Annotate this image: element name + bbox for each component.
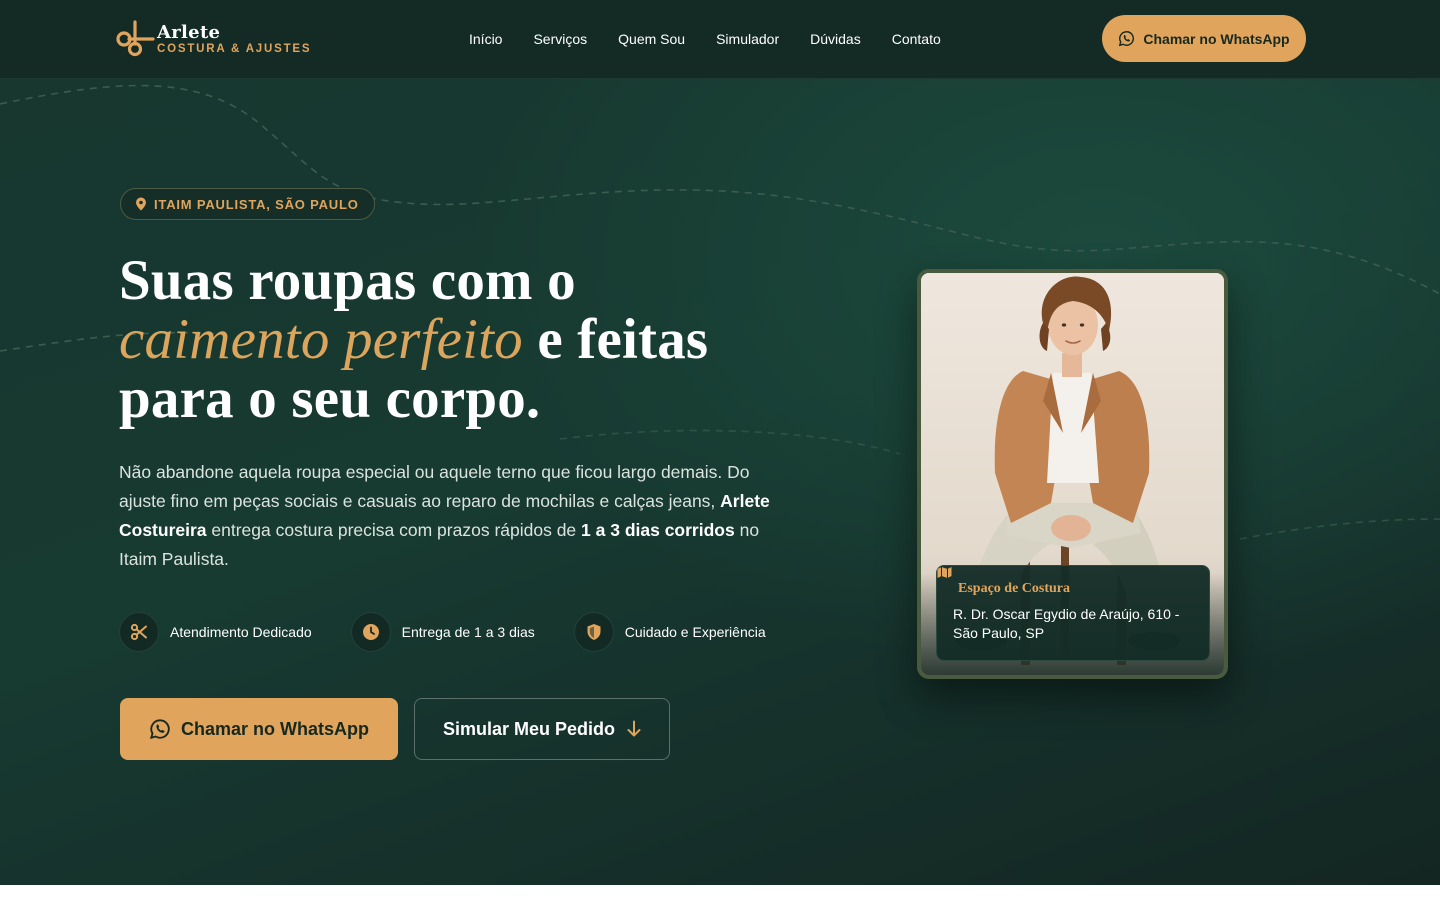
feature-label: Cuidado e Experiência xyxy=(624,624,766,640)
lead-text-2: entrega costura precisa com prazos rápid… xyxy=(206,520,582,540)
nav-item-inicio[interactable]: Início xyxy=(469,30,502,48)
feature-label: Atendimento Dedicado xyxy=(170,624,312,640)
feature-item: Cuidado e Experiência xyxy=(573,612,766,652)
nav-item-servicos[interactable]: Serviços xyxy=(533,30,587,48)
lead-text-1: Não abandone aquela roupa especial ou aq… xyxy=(119,462,750,511)
nav-item-simulador[interactable]: Simulador xyxy=(716,30,779,48)
whatsapp-icon xyxy=(149,718,171,740)
clock-icon xyxy=(350,612,391,652)
address-text: R. Dr. Oscar Egydio de Araújo, 610 - São… xyxy=(953,606,1180,641)
simulate-order-label: Simular Meu Pedido xyxy=(442,718,616,739)
simulate-order-button[interactable]: Simular Meu Pedido xyxy=(414,698,670,760)
hero-description: Não abandone aquela roupa especial ou aq… xyxy=(119,458,791,574)
location-text: ITAIM PAULISTA, SÃO PAULO xyxy=(154,196,359,212)
lead-bold-deadline: 1 a 3 dias corridos xyxy=(581,520,735,540)
hero-section: ITAIM PAULISTA, SÃO PAULO Suas roupas co… xyxy=(0,79,1440,885)
nav-whatsapp-label: Chamar no WhatsApp xyxy=(1143,30,1290,47)
feature-item: Entrega de 1 a 3 dias xyxy=(350,612,535,652)
headline-line-2: e feitas xyxy=(522,308,709,371)
feature-list: Atendimento Dedicado Entrega de 1 a 3 di… xyxy=(119,612,805,652)
feature-label: Entrega de 1 a 3 dias xyxy=(401,624,535,640)
headline-accent: caimento perfeito xyxy=(119,308,523,371)
hero-whatsapp-label: Chamar no WhatsApp xyxy=(180,718,369,739)
shield-icon xyxy=(573,612,614,652)
whatsapp-icon xyxy=(1118,30,1135,47)
address-card: Espaço de Costura R. Dr. Oscar Egydio de… xyxy=(936,565,1210,661)
arrow-down-icon xyxy=(627,720,641,738)
section-divider xyxy=(0,885,1440,900)
nav-whatsapp-button[interactable]: Chamar no WhatsApp xyxy=(1102,15,1306,62)
brand-logo[interactable]: Arlete COSTURA & AJUSTES xyxy=(115,20,311,58)
main-menu: Início Serviços Quem Sou Simulador Dúvid… xyxy=(469,30,941,48)
headline-line-1: Suas roupas com o xyxy=(119,249,576,312)
scissors-logo-icon xyxy=(115,20,155,58)
brand-tagline: COSTURA & AJUSTES xyxy=(157,42,312,55)
address-title: Espaço de Costura xyxy=(958,581,1071,596)
portrait-card: Espaço de Costura R. Dr. Oscar Egydio de… xyxy=(917,269,1228,679)
hero-headline: Suas roupas com o caimento perfeito e fe… xyxy=(119,251,839,428)
nav-item-quem-sou[interactable]: Quem Sou xyxy=(618,30,685,48)
nav-item-contato[interactable]: Contato xyxy=(892,30,941,48)
feature-item: Atendimento Dedicado xyxy=(119,612,312,652)
brand-name: Arlete xyxy=(157,21,221,43)
headline-line-3: para o seu corpo. xyxy=(119,367,541,430)
map-pin-icon xyxy=(135,197,147,211)
scissors-icon xyxy=(119,612,159,652)
nav-item-duvidas[interactable]: Dúvidas xyxy=(810,30,861,48)
hero-whatsapp-button[interactable]: Chamar no WhatsApp xyxy=(120,698,398,760)
location-badge: ITAIM PAULISTA, SÃO PAULO xyxy=(120,188,375,220)
top-navbar: Arlete COSTURA & AJUSTES Início Serviços… xyxy=(0,0,1440,79)
